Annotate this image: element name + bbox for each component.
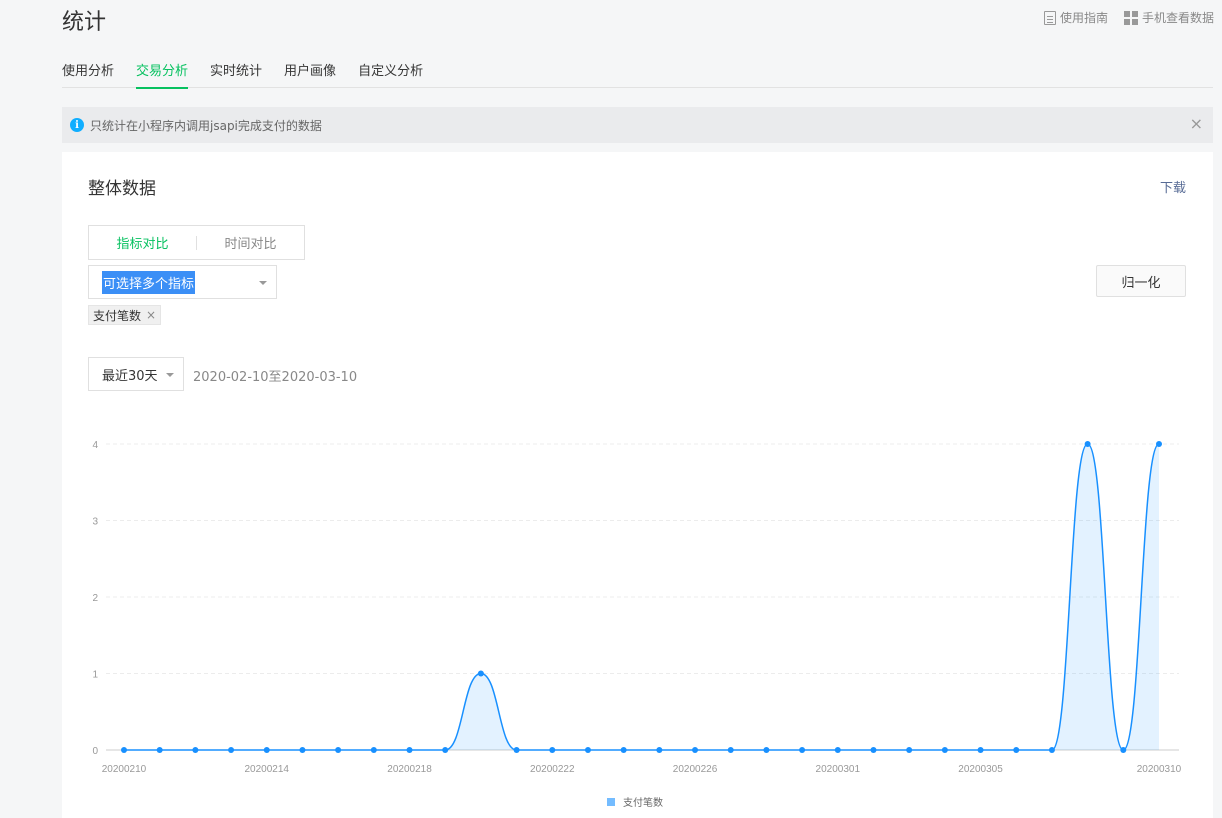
- data-point: [370, 747, 377, 753]
- close-icon[interactable]: ×: [1190, 116, 1203, 132]
- notice-text: 只统计在小程序内调用jsapi完成支付的数据: [90, 118, 322, 133]
- guide-link-label: 使用指南: [1059, 11, 1108, 25]
- data-point: [906, 747, 913, 753]
- data-point: [228, 747, 235, 753]
- x-tick-label: 20200210: [102, 764, 147, 775]
- data-point: [656, 747, 663, 753]
- data-point: [1013, 747, 1020, 753]
- tab-user-portrait[interactable]: 用户画像: [284, 56, 336, 88]
- data-point: [870, 747, 877, 753]
- data-point: [156, 747, 163, 753]
- data-point: [1084, 441, 1091, 447]
- data-point: [620, 747, 627, 753]
- guide-link[interactable]: 使用指南: [1043, 9, 1108, 26]
- tab-custom-analysis[interactable]: 自定义分析: [358, 56, 423, 88]
- data-point: [941, 747, 948, 753]
- data-point: [799, 747, 806, 753]
- legend-label: 支付笔数: [623, 796, 663, 809]
- y-tick-label: 2: [92, 593, 98, 604]
- tab-realtime-stats[interactable]: 实时统计: [210, 56, 262, 88]
- data-point: [192, 747, 199, 753]
- x-tick-label: 20200218: [387, 764, 432, 775]
- legend-swatch: [607, 798, 615, 806]
- tab-transaction-analysis[interactable]: 交易分析: [136, 56, 189, 89]
- analysis-tabs: 使用分析 交易分析 实时统计 用户画像 自定义分析: [62, 56, 1213, 89]
- transaction-chart: 0 1 2 3 4 20200210 20200214 20200218 20200222 202…: [92, 440, 1182, 809]
- y-tick-label: 4: [92, 440, 98, 451]
- mobile-view-link-label: 手机查看数据: [1141, 11, 1214, 25]
- tab-usage-analysis[interactable]: 使用分析: [62, 56, 114, 88]
- info-icon: i: [70, 118, 84, 132]
- data-point: [549, 747, 556, 753]
- data-point: [513, 747, 520, 753]
- x-tick-label: 20200214: [245, 764, 290, 775]
- x-tick-label: 20200305: [958, 764, 1003, 775]
- mobile-view-link[interactable]: 手机查看数据: [1123, 9, 1214, 26]
- data-point: [1120, 747, 1127, 753]
- x-tick-label: 20200310: [1137, 764, 1182, 775]
- y-tick-label: 0: [92, 746, 98, 757]
- data-point: [834, 747, 841, 753]
- data-point: [477, 670, 484, 677]
- data-point: [1156, 441, 1162, 447]
- data-point: [406, 747, 413, 753]
- data-point: [442, 747, 449, 753]
- data-point: [263, 747, 270, 753]
- data-point: [977, 747, 984, 753]
- y-tick-label: 3: [92, 517, 98, 528]
- top-links: 使用指南 手机查看数据: [1043, 9, 1214, 26]
- page-title: 统计: [62, 10, 107, 35]
- data-point: [584, 747, 591, 753]
- notice-bar: i 只统计在小程序内调用jsapi完成支付的数据 ×: [62, 107, 1213, 143]
- x-tick-label: 20200226: [673, 764, 718, 775]
- data-point: [692, 747, 699, 753]
- data-point: [299, 747, 306, 753]
- data-point: [121, 747, 127, 753]
- data-point: [1048, 747, 1055, 753]
- qr-code-icon: [1123, 10, 1138, 25]
- overall-data-card: 整体数据 下载 指标对比 时间对比 可选择多个指标 归一化 支付笔数 × 最近3…: [62, 152, 1213, 818]
- y-tick-label: 1: [92, 670, 98, 681]
- document-icon: [1043, 10, 1056, 25]
- data-point: [727, 747, 734, 753]
- data-point: [763, 747, 770, 753]
- x-tick-label: 20200222: [530, 764, 575, 775]
- data-point: [335, 747, 342, 753]
- x-tick-label: 20200301: [816, 764, 861, 775]
